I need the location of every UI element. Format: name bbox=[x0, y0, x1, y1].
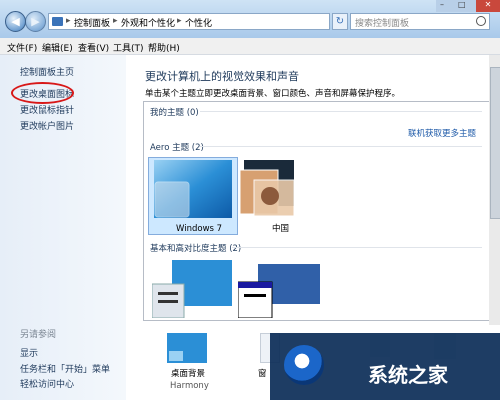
see-also-ease-of-access[interactable]: 轻松访问中心 bbox=[20, 377, 74, 390]
see-also-title: 另请参阅 bbox=[20, 330, 57, 340]
section-aero-themes: Aero 主题 (2) bbox=[150, 143, 204, 153]
maximize-button[interactable]: □ bbox=[458, 0, 466, 9]
section-my-themes: 我的主题 (0) bbox=[150, 108, 199, 118]
breadcrumb-control-panel[interactable]: 控制面板 bbox=[74, 16, 110, 29]
get-more-themes-link[interactable]: 联机获取更多主题 bbox=[408, 127, 476, 139]
theme-china-label: 中国 bbox=[272, 224, 290, 234]
address-bar[interactable]: ▸ 控制面板 ▸ 外观和个性化 ▸ 个性化 bbox=[48, 13, 330, 30]
menu-file[interactable]: 文件(F) bbox=[7, 41, 37, 54]
section-rule bbox=[200, 146, 482, 147]
high-contrast-theme-thumbnail[interactable] bbox=[238, 262, 322, 318]
search-placeholder: 搜索控制面板 bbox=[355, 19, 410, 29]
sidebar-item-control-panel-home[interactable]: 控制面板主页 bbox=[20, 65, 74, 78]
refresh-button[interactable]: ↻ bbox=[332, 13, 348, 30]
title-bar: ◀ ▶ ▸ 控制面板 ▸ 外观和个性化 ▸ 个性化 ↻ 搜索控制面板 – □ ✕ bbox=[0, 0, 500, 38]
section-rule bbox=[200, 111, 482, 112]
back-button[interactable]: ◀ bbox=[5, 11, 26, 32]
menu-edit[interactable]: 编辑(E) bbox=[42, 41, 73, 54]
control-panel-icon bbox=[52, 17, 63, 26]
breadcrumb-personalization[interactable]: 个性化 bbox=[185, 16, 212, 29]
minimize-button[interactable]: – bbox=[440, 0, 444, 9]
see-also-display[interactable]: 显示 bbox=[20, 346, 38, 359]
sidebar-item-change-account-picture[interactable]: 更改帐户图片 bbox=[20, 119, 74, 132]
desktop-background-value: Harmony bbox=[170, 381, 209, 391]
search-input[interactable]: 搜索控制面板 bbox=[350, 13, 490, 30]
theme-windows7-label: Windows 7 bbox=[176, 224, 223, 234]
breadcrumb-separator: ▸ bbox=[66, 16, 71, 26]
scrollbar[interactable] bbox=[489, 55, 500, 325]
menu-help[interactable]: 帮助(H) bbox=[148, 41, 180, 54]
see-also-taskbar[interactable]: 任务栏和「开始」菜单 bbox=[20, 362, 110, 375]
windows7-theme-thumbnail bbox=[154, 160, 232, 218]
breadcrumb-separator: ▸ bbox=[113, 16, 118, 26]
page-title: 更改计算机上的视觉效果和声音 bbox=[145, 70, 299, 83]
menu-tools[interactable]: 工具(T) bbox=[113, 41, 144, 54]
sidebar-item-change-mouse-pointers[interactable]: 更改鼠标指针 bbox=[20, 103, 74, 116]
china-theme-thumbnail[interactable] bbox=[240, 160, 300, 218]
desktop-background-label[interactable]: 桌面背景 bbox=[171, 367, 205, 379]
watermark-logo bbox=[284, 345, 324, 385]
highlight-circle bbox=[11, 82, 74, 104]
window-color-label[interactable]: 窗 bbox=[258, 367, 267, 379]
breadcrumb-separator: ▸ bbox=[177, 16, 182, 26]
section-basic-themes: 基本和高对比度主题 (2) bbox=[150, 244, 242, 254]
section-rule bbox=[232, 247, 482, 248]
menu-bar: 文件(F) 编辑(E) 查看(V) 工具(T) 帮助(H) bbox=[0, 38, 500, 55]
page-subtitle: 单击某个主题立即更改桌面背景、窗口颜色、声音和屏幕保护程序。 bbox=[145, 89, 401, 99]
breadcrumb-appearance[interactable]: 外观和个性化 bbox=[121, 16, 175, 29]
caption-buttons: – □ ✕ bbox=[436, 0, 500, 12]
scrollbar-thumb[interactable] bbox=[490, 67, 500, 219]
close-button[interactable]: ✕ bbox=[476, 0, 500, 12]
search-icon bbox=[476, 16, 486, 26]
menu-view[interactable]: 查看(V) bbox=[78, 41, 109, 54]
basic-theme-thumbnail[interactable] bbox=[152, 258, 234, 318]
forward-button[interactable]: ▶ bbox=[25, 11, 46, 32]
watermark-text: 系统之家 bbox=[368, 363, 448, 387]
desktop-background-icon[interactable] bbox=[167, 333, 207, 363]
